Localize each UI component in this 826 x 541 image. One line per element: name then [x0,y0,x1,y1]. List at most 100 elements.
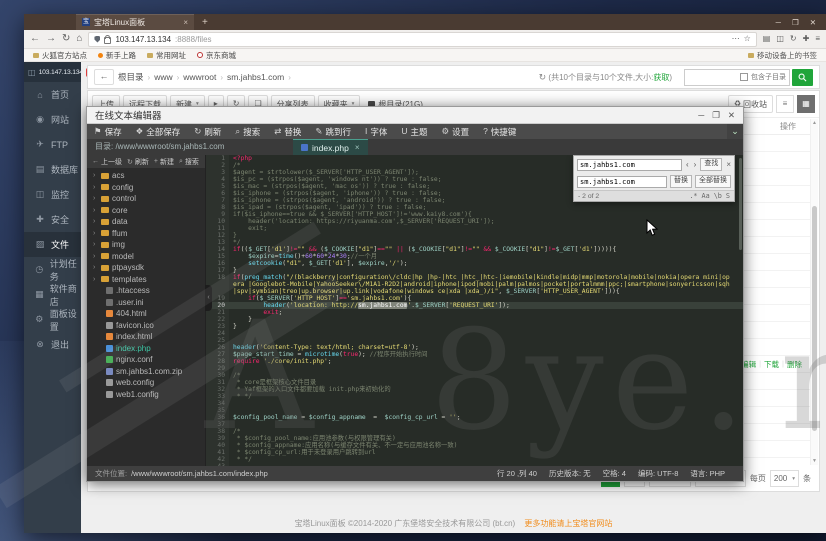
code-line[interactable]: 36$config_pool_name = $config_appname = … [206,414,743,421]
tree-file[interactable]: sm.jahbs1.com.zip [87,366,205,378]
search-toggle[interactable]: .* [689,192,697,200]
code-line[interactable]: 37 [206,421,743,428]
tree-folder[interactable]: ›core [87,205,205,217]
minimize-icon[interactable]: ─ [776,18,781,27]
editor-tool-gear[interactable]: ⚙设置 [435,124,477,139]
code-line[interactable]: 21 exit; [206,309,743,316]
editor-maximize-icon[interactable]: ❐ [712,110,720,121]
code-line[interactable]: 24 [206,330,743,337]
code-line[interactable]: 38/* [206,428,743,435]
code-line[interactable]: 20 header('location: http://sm.jahbs1.co… [206,302,743,309]
tree-file[interactable]: nginx.conf [87,354,205,366]
sidebar-item-security[interactable]: ✚安全 [24,207,81,232]
code-line[interactable]: 13*/ [206,239,743,246]
breadcrumb-item[interactable]: www [154,72,172,82]
tree-folder[interactable]: ›ffum [87,228,205,240]
bookmark-item[interactable]: 京东商城 [197,50,236,61]
code-line[interactable]: 39 * $config_pool_name:应用池参数(与权限管理有关) [206,435,743,442]
tree-file[interactable]: .user.ini [87,297,205,309]
calc-size-link[interactable]: 获取 [653,72,669,83]
tree-folder[interactable]: ›control [87,193,205,205]
page-actions-icon[interactable]: ⋯ [732,35,740,43]
back-button[interactable]: ← [94,69,114,85]
sidebar-toggle-icon[interactable]: ◫ [776,35,784,43]
tree-file[interactable]: 404.html [87,308,205,320]
file-tab[interactable]: index.php × [293,139,368,155]
editor-tool-hotkey[interactable]: ?快捷键 [476,124,523,139]
code-line[interactable]: 25 [206,337,743,344]
code-line[interactable]: 33 * */ [206,393,743,400]
code-line[interactable]: 15 $expire=time()+60*60*24*30;//一个月 [206,253,743,260]
code-line[interactable]: 29 [206,365,743,372]
code-line[interactable]: 30/* [206,372,743,379]
tree-file[interactable]: web.config [87,377,205,389]
indent-status[interactable]: 空格: 4 [603,468,626,479]
find-next-icon[interactable]: › [693,160,698,169]
sidebar-item-site[interactable]: ◉网站 [24,107,81,132]
code-editor[interactable]: 1<?php2/*3$agent = strtolower($_SERVER['… [206,155,743,466]
bookmark-item[interactable]: 火狐官方站点 [33,50,87,61]
bookmark-item[interactable]: 新手上路 [98,50,136,61]
code-line[interactable]: 41 * $config_cp_url:用于未登录用户跳转到url [206,449,743,456]
library-icon[interactable]: ▤ [763,35,771,43]
per-page-select[interactable]: 200 ▾ [770,470,799,487]
tree-file[interactable]: index.php [87,343,205,355]
tree-collapse-handle[interactable]: ‹ [205,285,212,311]
tree-folder[interactable]: ›acs [87,170,205,182]
code-line[interactable]: 10 header('location: https://riyuanma.co… [206,218,743,225]
code-line[interactable]: 23} [206,323,743,330]
code-line[interactable]: 28require './core/init.php'; [206,358,743,365]
history-status[interactable]: 历史版本: 无 [549,468,591,479]
reload-icon[interactable]: ↻ [62,34,70,44]
sidebar-item-monitor[interactable]: ◫监控 [24,182,81,207]
editor-tool-goto-line[interactable]: ✎跳到行 [308,124,358,139]
code-line[interactable]: 12} [206,232,743,239]
search-toggle[interactable]: Aa [702,192,710,200]
editor-close-icon[interactable]: ✕ [728,110,735,121]
sidebar-item-ftp[interactable]: ✈FTP [24,132,81,157]
code-line[interactable]: 31 * core是框架核心文件目录 [206,379,743,386]
editor-tool-save[interactable]: ⚑保存 [87,124,129,139]
sidebar-item-settings[interactable]: ⚙面板设置 [24,307,81,332]
tree-file[interactable]: .htaccess [87,285,205,297]
list-view-toggle[interactable]: ≡ [776,95,794,113]
editor-tool-search[interactable]: ⌕搜索 [228,124,267,139]
replace-button[interactable]: 替换 [670,175,692,188]
menu-icon[interactable]: ≡ [815,35,820,43]
replace-all-button[interactable]: 全部替换 [695,175,731,188]
bookmark-star-icon[interactable]: ☆ [744,35,751,43]
code-line[interactable]: 40 * $config_appname:应用名称(与缓存文件有关、不一定与应用… [206,442,743,449]
code-line[interactable]: 27$page_start_time = microtime(true); //… [206,351,743,358]
bookmark-item[interactable]: 常用网址 [147,50,186,61]
breadcrumb-item[interactable]: 根目录 [118,71,144,83]
include-sub-checkbox[interactable] [740,73,748,81]
tab-close-icon[interactable]: × [183,18,188,27]
editor-scrollbar[interactable] [738,155,743,466]
sidebar-item-files[interactable]: ▨文件 [24,232,81,257]
search-input[interactable] [688,72,737,83]
tree-file[interactable]: index.html [87,331,205,343]
encoding-status[interactable]: 编码: UTF-8 [638,468,678,479]
code-line[interactable]: 17} [206,267,743,274]
toolbar-collapse-icon[interactable]: ⌄ [727,124,743,139]
code-line[interactable]: 19 if($_SERVER['HTTP_HOST']=='sm.jahbs1.… [206,295,743,302]
code-line[interactable]: 14if(($_GET['d1']!="" && ($_COOKIE["d1"]… [206,246,743,253]
tree-folder[interactable]: ›model [87,251,205,263]
file-op-link[interactable]: 删除 [787,359,802,370]
find-button[interactable]: 查找 [700,158,722,171]
sidebar-item-appstore[interactable]: ▦软件商店 [24,282,81,307]
code-line[interactable]: 22 } [206,316,743,323]
url-bar[interactable]: 103.147.13.134 :8888/files ⋯ ☆ [88,32,756,47]
scroll-down-icon[interactable]: ▼ [811,458,818,464]
language-status[interactable]: 语言: PHP [690,468,725,479]
tree-folder[interactable]: ›img [87,239,205,251]
find-prev-icon[interactable]: ‹ [685,160,690,169]
breadcrumb-item[interactable]: wwwroot [183,72,216,82]
scroll-up-icon[interactable]: ▲ [811,120,818,126]
close-search-icon[interactable]: × [726,160,731,169]
new-tab-button[interactable]: + [202,17,208,28]
bookmark-mobile[interactable]: 移动设备上的书签 [748,50,817,61]
code-line[interactable]: 16 setcookie("d1", $_GET['d1'], $expire,… [206,260,743,267]
search-toggle[interactable]: S [726,192,730,200]
editor-tool-theme[interactable]: U主题 [394,124,434,139]
